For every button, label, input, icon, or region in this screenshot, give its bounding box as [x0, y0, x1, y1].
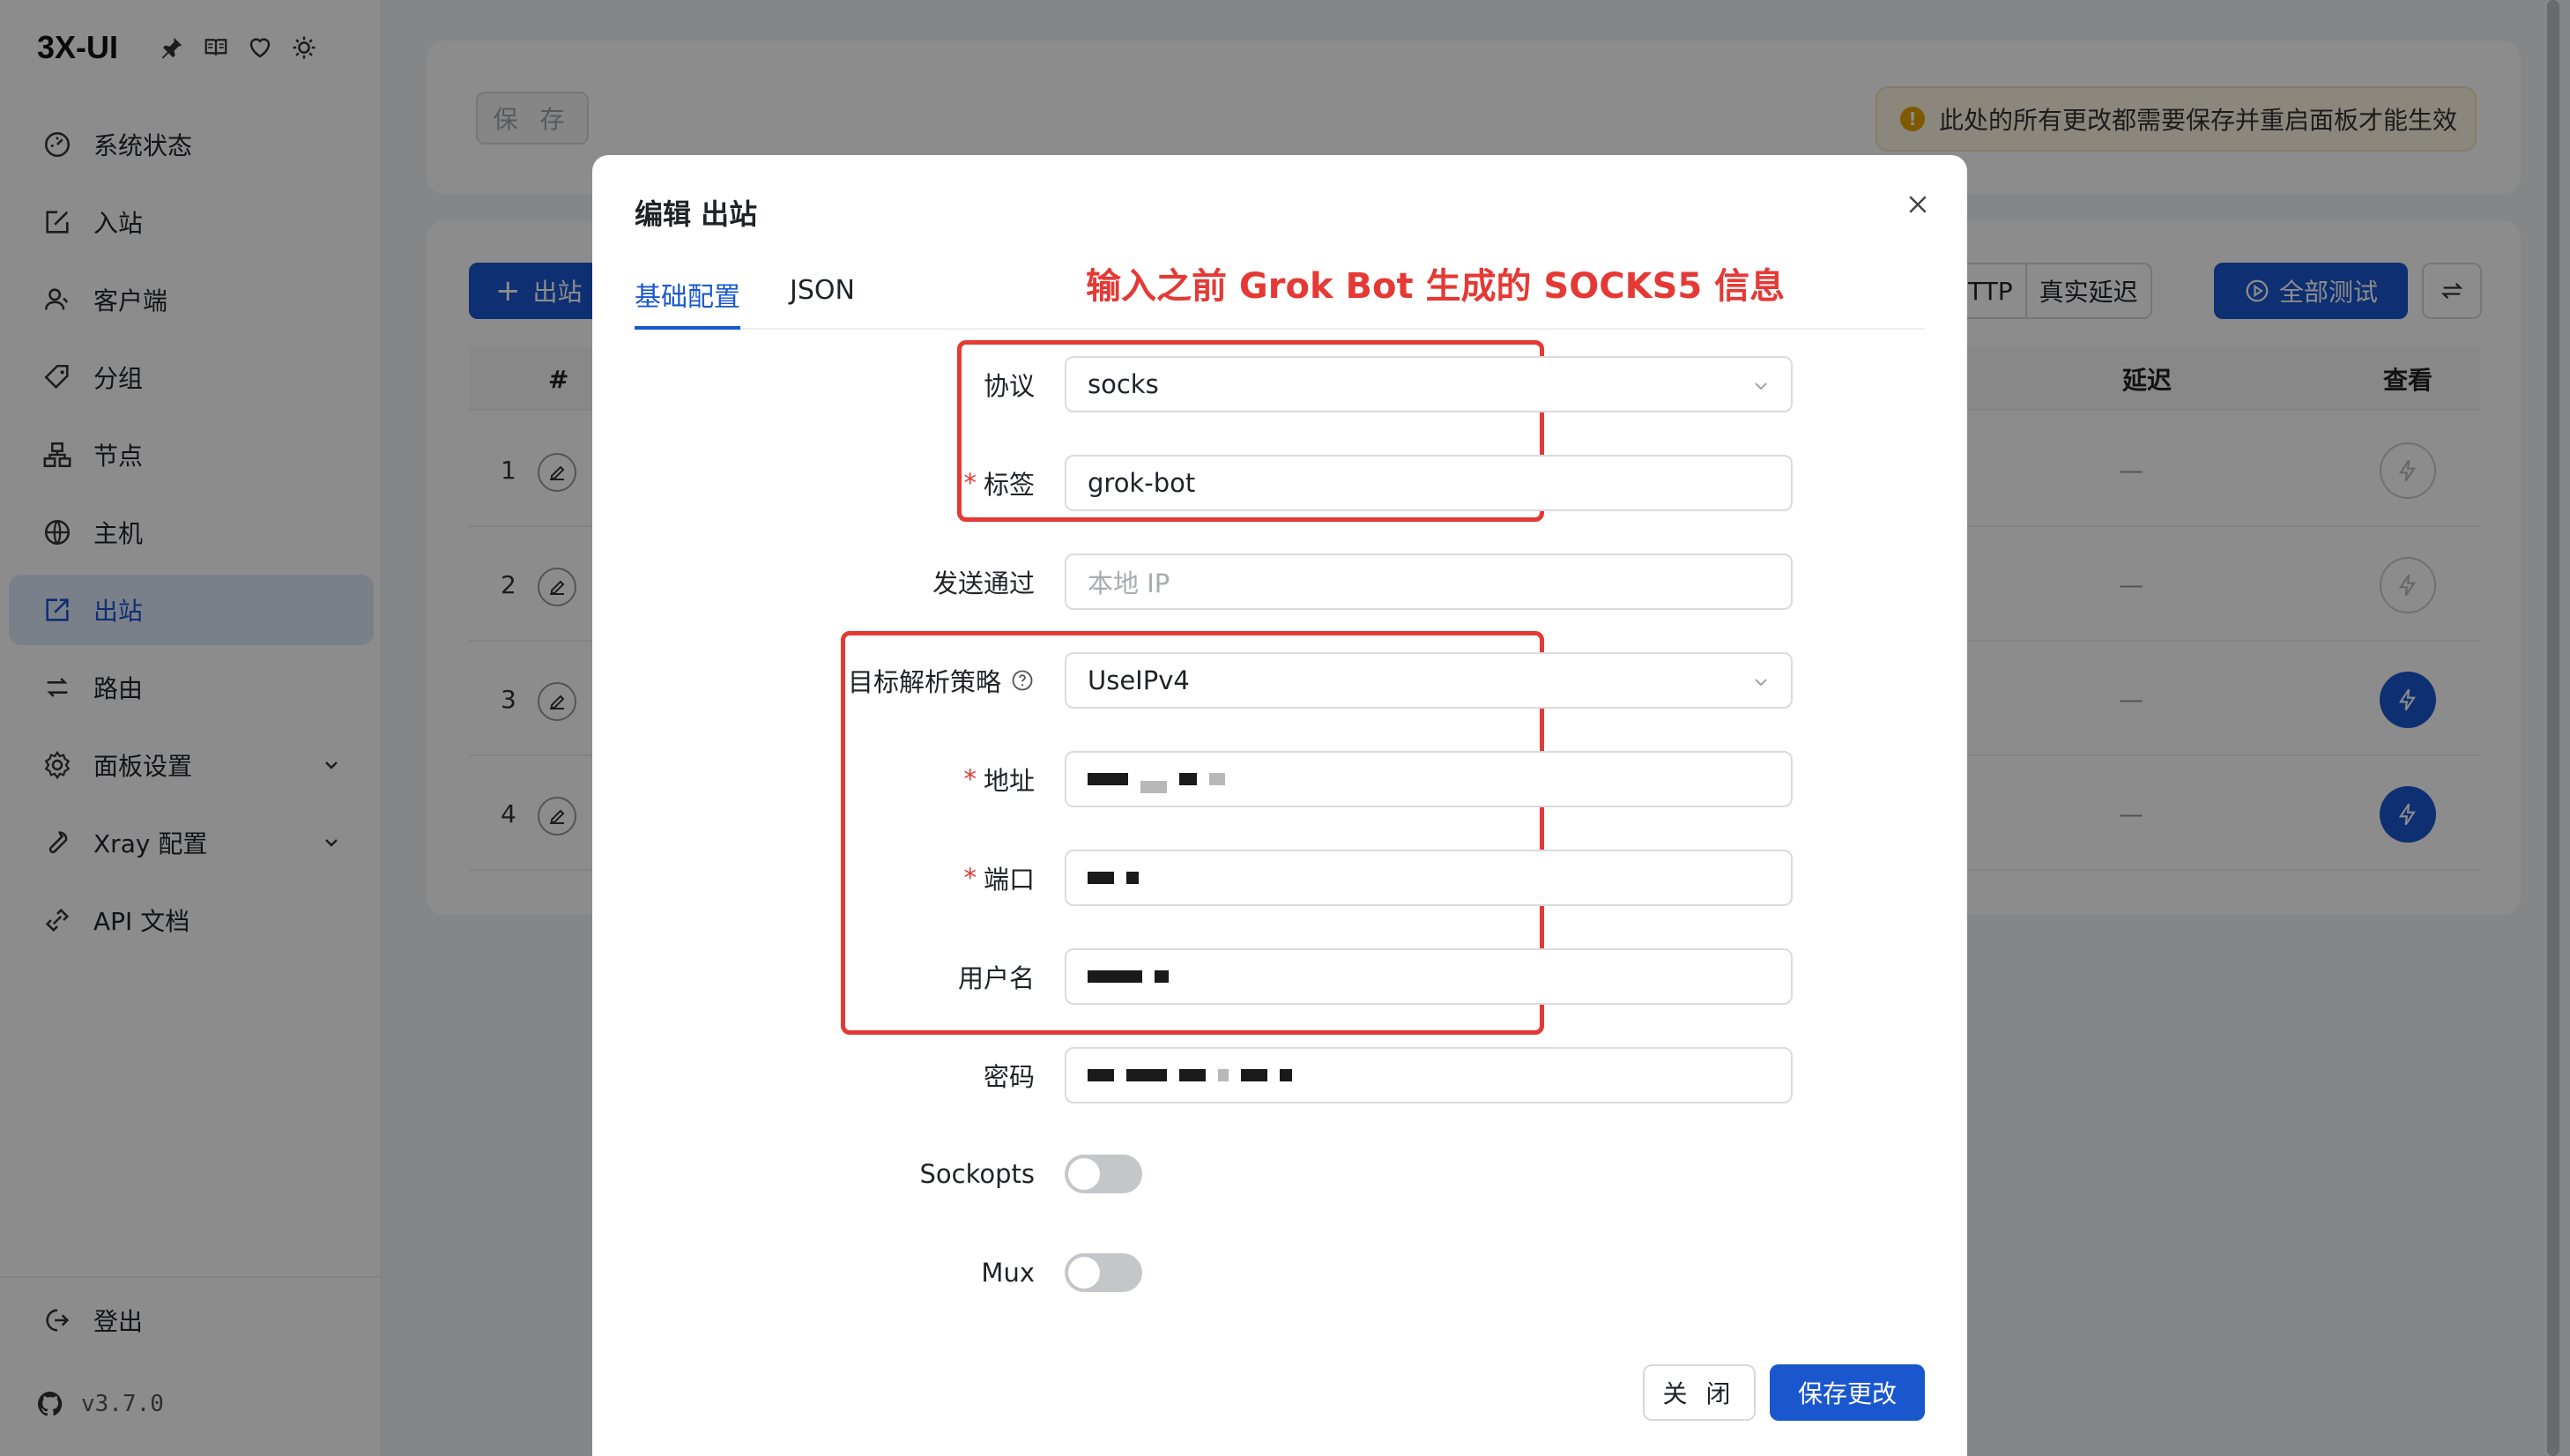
tag-row: * 标签 grok-bot: [592, 455, 1967, 511]
port-input[interactable]: [1065, 850, 1793, 906]
address-row: * 地址: [592, 751, 1967, 807]
chevron-down-icon: [1755, 383, 1767, 390]
save-changes-button[interactable]: 保存更改: [1770, 1364, 1925, 1421]
tab-json[interactable]: JSON: [790, 275, 855, 330]
tab-basic[interactable]: 基础配置: [635, 275, 740, 330]
redacted-text: [1280, 1069, 1292, 1081]
redacted-text: [1126, 1069, 1167, 1081]
username-label: 用户名: [957, 963, 1035, 993]
redacted-text: [1088, 773, 1128, 785]
modal-title: 编辑 出站: [635, 197, 758, 231]
redacted-text: [1179, 773, 1197, 785]
redacted-text: [1241, 1069, 1267, 1081]
domain-strategy-value: UseIPv4: [1088, 665, 1190, 695]
redacted-text: [1088, 1069, 1114, 1081]
protocol-select[interactable]: socks: [1065, 356, 1793, 412]
redacted-text: [1209, 773, 1225, 785]
protocol-label: 协议: [983, 371, 1035, 401]
mux-toggle[interactable]: [1065, 1253, 1142, 1292]
redacted-text: [1155, 970, 1169, 983]
send-through-placeholder: 本地 IP: [1088, 568, 1170, 598]
edit-outbound-modal: 编辑 出站 基础配置 JSON 输入之前 Grok Bot 生成的 SOCKS5…: [592, 155, 1967, 1456]
annotation-text: 输入之前 Grok Bot 生成的 SOCKS5 信息: [1086, 266, 1786, 307]
tag-value: grok-bot: [1088, 468, 1196, 498]
password-label: 密码: [983, 1062, 1035, 1092]
close-icon: [1909, 196, 1927, 213]
send-through-label: 发送通过: [932, 568, 1035, 598]
redacted-text: [1218, 1069, 1229, 1081]
redacted-text: [1126, 872, 1139, 884]
domain-strategy-row: 目标解析策略 UseIPv4: [592, 652, 1967, 709]
sockopts-toggle[interactable]: [1065, 1155, 1142, 1193]
tag-input[interactable]: grok-bot: [1065, 455, 1793, 511]
password-input[interactable]: [1065, 1047, 1793, 1103]
password-row: 密码: [592, 1047, 1967, 1103]
protocol-value: socks: [1088, 369, 1159, 399]
send-through-row: 发送通过 本地 IP: [592, 553, 1967, 610]
sockopts-label: Sockopts: [919, 1159, 1036, 1189]
mux-label: Mux: [981, 1258, 1035, 1288]
chevron-down-icon: [1755, 679, 1767, 687]
port-label: * 端口: [963, 863, 1035, 895]
modal-close-button[interactable]: [1900, 187, 1935, 222]
tag-label: * 标签: [963, 468, 1035, 500]
redacted-text: [1179, 1069, 1206, 1081]
port-row: * 端口: [592, 850, 1967, 906]
address-label: * 地址: [963, 764, 1035, 796]
redacted-text: [1088, 970, 1142, 983]
address-input[interactable]: [1065, 751, 1793, 807]
sockopts-row: Sockopts: [592, 1146, 1967, 1202]
send-through-input[interactable]: 本地 IP: [1065, 553, 1793, 610]
domain-strategy-label: 目标解析策略: [848, 652, 1035, 709]
protocol-row: 协议 socks: [592, 356, 1967, 412]
mux-row: Mux: [592, 1244, 1967, 1301]
redacted-text: [1088, 872, 1114, 884]
username-input[interactable]: [1065, 948, 1793, 1005]
redacted-text: [1140, 781, 1167, 793]
username-row: 用户名: [592, 948, 1967, 1005]
close-button[interactable]: 关 闭: [1643, 1364, 1756, 1421]
domain-strategy-select[interactable]: UseIPv4: [1065, 652, 1793, 709]
question-circle-icon[interactable]: [1010, 668, 1035, 693]
